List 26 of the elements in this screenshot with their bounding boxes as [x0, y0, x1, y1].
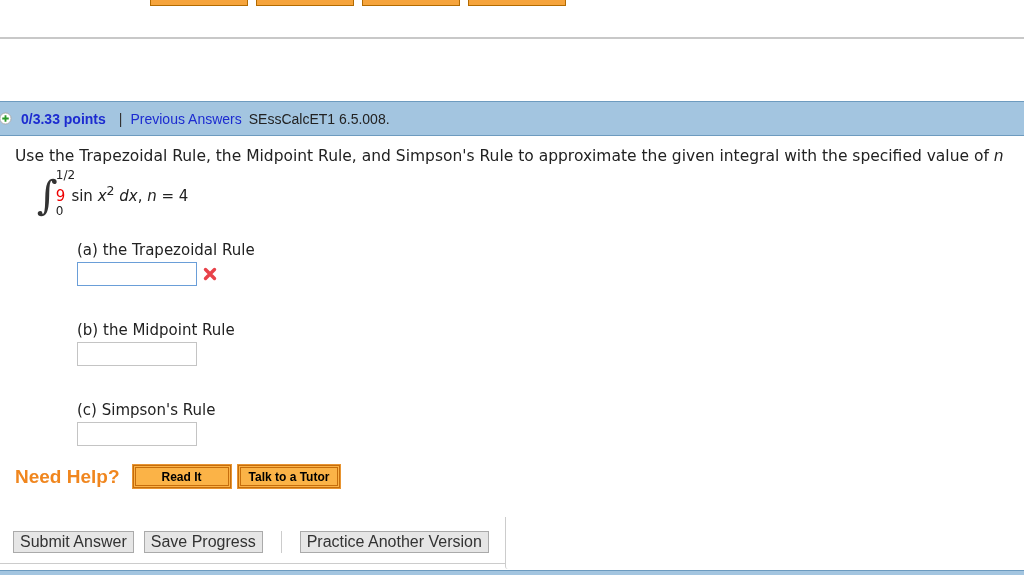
help-button[interactable]: Read It — [132, 465, 231, 488]
integrand: sin x$^{2}$ dx, n = 4 — [71, 187, 189, 205]
part-label: (c) Simpson's Rule — [77, 401, 217, 419]
points-score: 0/3.33 points — [21, 110, 106, 127]
separator: | — [118, 110, 123, 127]
part-label: (a) the Trapezoidal Rule — [77, 241, 256, 259]
plus-icon[interactable] — [0, 112, 12, 125]
need-help-label: Need Help? — [15, 465, 120, 488]
help-button[interactable] — [150, 0, 248, 6]
question-text: Use the Trapezoidal Rule, the Midpoint Rule, and Simpson's Rule to approximate the given integral with the specified value of n — [15, 147, 1005, 165]
part-label: (b) the Midpoint Rule — [77, 321, 236, 339]
practice-button[interactable]: Practice Another Version — [299, 531, 489, 553]
help-button[interactable] — [256, 0, 354, 6]
answer-field[interactable] — [77, 422, 197, 446]
lower-limit: 0 — [55, 205, 65, 218]
previous-answers-link[interactable]: Previous Answers — [130, 110, 242, 127]
action-button[interactable]: Save Progress — [143, 531, 263, 553]
answer-field[interactable] — [77, 262, 197, 286]
integral-sign: ∫ — [37, 172, 58, 220]
action-button[interactable]: Submit Answer — [13, 531, 134, 553]
coefficient: 9 — [55, 187, 66, 205]
help-button[interactable]: Talk to a Tutor — [237, 465, 341, 488]
problem-id: SEssCalcET1 6.5.008. — [248, 110, 390, 127]
answer-field[interactable] — [77, 342, 197, 366]
help-button[interactable] — [468, 0, 566, 6]
help-button[interactable] — [362, 0, 460, 6]
